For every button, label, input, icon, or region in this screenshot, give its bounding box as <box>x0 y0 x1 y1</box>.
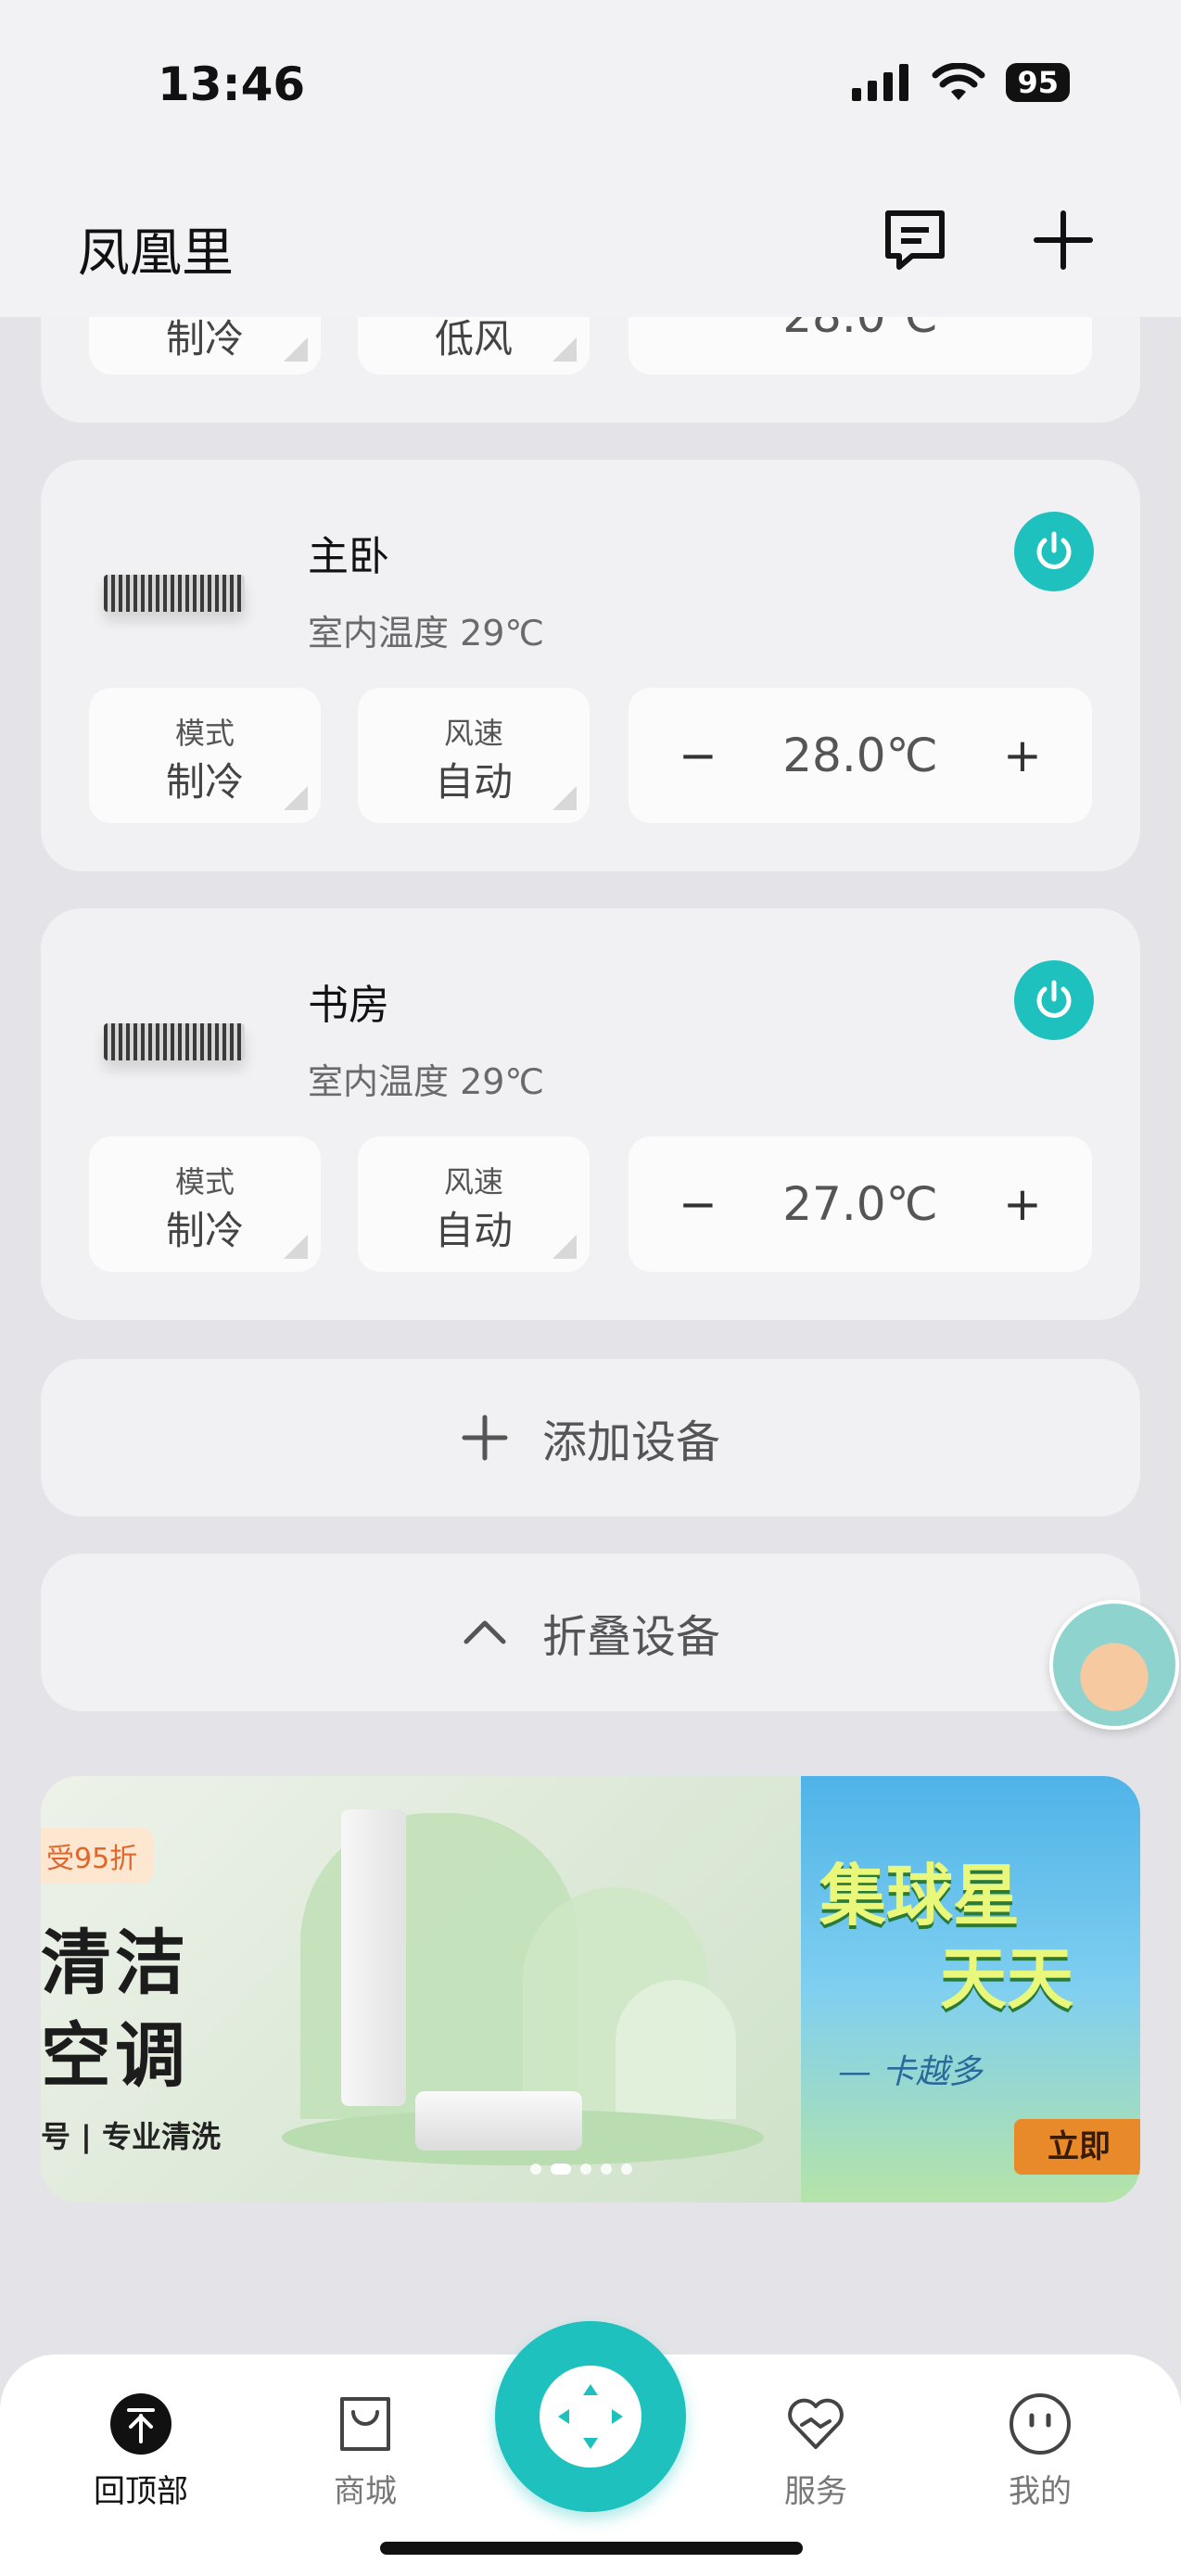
corner-marker <box>284 1235 308 1259</box>
shopping-bag-icon <box>333 2392 398 2456</box>
banner-title-2: 空调 <box>41 2014 189 2097</box>
ac-unit-image <box>104 1023 245 1060</box>
banner-slide-cleaning[interactable]: 受95折 清洁 空调 号 | 专业清洗 <box>41 1776 801 2202</box>
mode-label: 模式 <box>174 716 235 751</box>
wall-ac-image <box>415 2091 582 2151</box>
device-name: 书房 <box>308 982 389 1029</box>
mode-label: 模式 <box>174 1164 235 1199</box>
nav-label: 商城 <box>334 2473 397 2510</box>
banner-right-subtitle: — 卡越多 <box>838 2053 983 2091</box>
fan-control[interactable]: 风速 自动 <box>358 1136 590 1272</box>
promo-banner[interactable]: 受95折 清洁 空调 号 | 专业清洗 集球星 天天 — 卡越多 立即 <box>41 1776 1140 2202</box>
add-device-label: 添加设备 <box>541 1416 720 1468</box>
add-icon[interactable] <box>1029 206 1098 274</box>
wifi-icon <box>932 63 985 100</box>
signal-icon <box>852 64 909 101</box>
power-icon <box>1036 980 1072 1018</box>
nav-profile[interactable]: 我的 <box>966 2392 1114 2511</box>
home-indicator <box>380 2542 803 2555</box>
floor-ac-image <box>341 1809 406 2106</box>
back-to-top-icon <box>108 2392 173 2456</box>
nav-label: 服务 <box>784 2473 847 2510</box>
remote-control-button[interactable] <box>495 2321 686 2512</box>
carousel-dot <box>530 2164 541 2175</box>
fan-label: 风速 <box>443 1164 503 1199</box>
carousel-dot <box>580 2164 591 2175</box>
corner-marker <box>552 337 577 362</box>
corner-marker <box>552 1235 577 1259</box>
device-card[interactable]: 书房 室内温度 29℃ 模式 制冷 风速 自动 − 27.0℃ + <box>41 908 1140 1320</box>
nav-service[interactable]: 服务 <box>742 2392 890 2511</box>
device-card[interactable]: 主卧 室内温度 29℃ 模式 制冷 风速 自动 − 28.0℃ + <box>41 460 1140 871</box>
heart-service-icon <box>783 2392 848 2456</box>
corner-marker <box>284 786 308 810</box>
power-icon <box>1036 531 1072 569</box>
profile-face-icon <box>1008 2392 1073 2456</box>
carousel-dot <box>601 2164 612 2175</box>
carousel-dots <box>530 2164 632 2175</box>
home-title[interactable]: 凤凰里 <box>78 211 234 286</box>
device-name: 主卧 <box>308 533 389 580</box>
indoor-temp: 室内温度 29℃ <box>308 1061 545 1102</box>
fan-label: 风速 <box>443 716 503 751</box>
carousel-dot-active <box>551 2164 571 2175</box>
status-time: 13:46 <box>158 57 306 111</box>
collapse-devices-button[interactable]: 折叠设备 <box>41 1554 1140 1711</box>
banner-subtitle: 号 | 专业清洗 <box>41 2119 221 2154</box>
temp-increase-button[interactable]: + <box>990 1172 1055 1237</box>
plus-icon <box>462 1415 508 1461</box>
corner-marker <box>284 337 308 362</box>
indoor-temp: 室内温度 29℃ <box>308 613 545 654</box>
decor-arch <box>616 1980 736 2119</box>
nav-label: 回顶部 <box>94 2473 188 2510</box>
banner-right-button[interactable]: 立即 <box>1014 2119 1140 2175</box>
banner-slide-collect[interactable]: 集球星 天天 — 卡越多 立即 <box>801 1776 1140 2202</box>
add-device-button[interactable]: 添加设备 <box>41 1359 1140 1516</box>
power-button[interactable] <box>1014 512 1094 591</box>
battery-indicator: 95 <box>1006 63 1070 102</box>
chevron-up-icon <box>464 1620 506 1644</box>
collapse-devices-label: 折叠设备 <box>541 1611 720 1663</box>
nav-back-to-top[interactable]: 回顶部 <box>67 2392 215 2511</box>
discount-badge: 受95折 <box>41 1828 155 1884</box>
message-icon[interactable] <box>881 206 949 274</box>
carousel-dot <box>621 2164 632 2175</box>
top-header: 13:46 95 凤凰里 <box>0 0 1181 317</box>
mode-control[interactable]: 模式 制冷 <box>89 688 321 823</box>
temp-control: − 27.0℃ + <box>629 1136 1092 1272</box>
mascot-assistant-icon[interactable] <box>1049 1600 1179 1730</box>
power-button[interactable] <box>1014 960 1094 1040</box>
nav-mall[interactable]: 商城 <box>291 2392 439 2511</box>
remote-control-icon <box>540 2366 641 2468</box>
corner-marker <box>552 786 577 810</box>
banner-title-1: 清洁 <box>41 1922 189 2004</box>
fan-control[interactable]: 风速 自动 <box>358 688 590 823</box>
ac-unit-image <box>104 575 245 612</box>
mode-control[interactable]: 模式 制冷 <box>89 1136 321 1272</box>
nav-label: 我的 <box>1009 2473 1072 2510</box>
temp-control: − 28.0℃ + <box>629 688 1092 823</box>
temp-increase-button[interactable]: + <box>990 723 1055 788</box>
status-icons: 95 <box>852 63 1070 102</box>
banner-right-title-2: 天天 <box>940 1940 1074 2018</box>
